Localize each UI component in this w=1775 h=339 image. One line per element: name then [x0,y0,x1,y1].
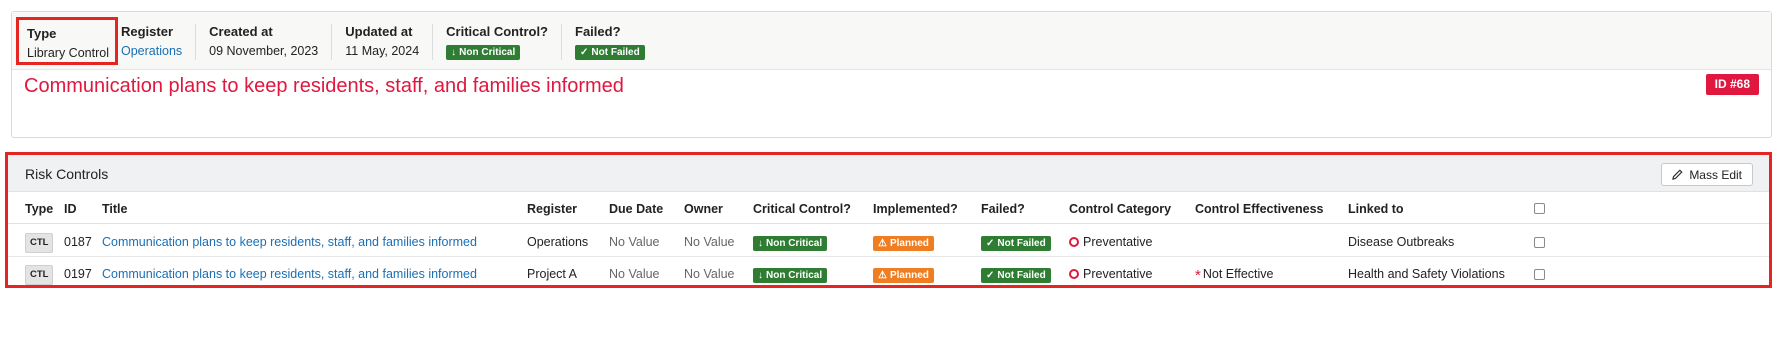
row-failed-badge: ✓ Not Failed [981,268,1051,283]
column-header-due-date[interactable]: Due Date [609,202,663,216]
row-id: 0187 [64,235,92,249]
row-failed-badge: ✓ Not Failed [981,236,1051,251]
meta-failed: Failed? ✓ Not Failed [562,24,658,60]
row-type-tag: CTL [25,233,54,253]
meta-updated-label: Updated at [345,24,413,39]
mass-edit-label: Mass Edit [1689,167,1742,182]
column-header-effectiveness[interactable]: Control Effectiveness [1195,202,1324,216]
row-critical-text: Non Critical [766,270,823,281]
asterisk-icon: * [1195,267,1201,284]
row-type-tag: CTL [25,265,54,285]
row-category: Preventative [1069,266,1152,282]
row-implemented-text: Planned [889,238,929,249]
row-category-text: Preventative [1083,235,1153,249]
row-linked-to: Disease Outbreaks [1348,235,1455,249]
row-register: Project A [527,267,578,281]
row-due-date: No Value [609,267,660,281]
meta-failed-label: Failed? [575,24,621,39]
row-failed-text: Not Failed [997,238,1046,249]
check-icon: ✓ [986,270,995,281]
page-title: Communication plans to keep residents, s… [24,75,624,97]
meta-created-value: 09 November, 2023 [209,44,319,58]
column-header-critical[interactable]: Critical Control? [753,202,851,216]
meta-updated: Updated at 11 May, 2024 [332,24,434,60]
meta-type-highlight: Type Library Control [16,17,118,65]
meta-register: Register Operations [108,24,197,60]
column-header-owner[interactable]: Owner [684,202,723,216]
warning-icon: ⚠ [878,270,887,281]
row-critical-badge: ↓ Non Critical [753,268,828,283]
column-header-category[interactable]: Control Category [1069,202,1171,216]
meta-register-label: Register [121,24,174,39]
pencil-icon [1672,169,1683,180]
check-icon: ✓ [580,47,589,58]
row-id: 0197 [64,267,92,281]
select-all-checkbox[interactable] [1534,203,1545,214]
meta-critical-label: Critical Control? [446,24,548,39]
meta-created-label: Created at [209,24,273,39]
column-header-register[interactable]: Register [527,202,577,216]
meta-register-link[interactable]: Operations [121,43,182,60]
warning-icon: ⚠ [878,238,887,249]
arrow-down-icon: ↓ [451,47,457,58]
row-category-text: Preventative [1083,267,1153,281]
row-failed-text: Not Failed [997,270,1046,281]
arrow-down-icon: ↓ [758,238,763,249]
critical-status-badge: ↓ Non Critical [446,45,521,60]
preventative-ring-icon [1069,269,1079,279]
column-header-title[interactable]: Title [102,202,127,216]
arrow-down-icon: ↓ [758,270,763,281]
meta-critical: Critical Control? ↓ Non Critical [433,24,562,60]
critical-status-text: Non Critical [459,47,516,58]
row-critical-text: Non Critical [766,238,823,249]
meta-type-label: Type [27,26,57,41]
record-info-card: Register Operations Created at 09 Novemb… [11,11,1772,138]
row-select-checkbox[interactable] [1534,269,1545,280]
row-implemented-text: Planned [889,270,929,281]
meta-created: Created at 09 November, 2023 [196,24,333,60]
row-due-date: No Value [609,235,660,249]
record-id-badge: ID #68 [1705,74,1759,95]
row-category: Preventative [1069,234,1152,250]
mass-edit-button[interactable]: Mass Edit [1661,163,1753,186]
table-row: CTL 0187 Communication plans to keep res… [8,225,1769,257]
row-implemented-badge: ⚠ Planned [873,236,934,251]
row-implemented-badge: ⚠ Planned [873,268,934,283]
row-title-link[interactable]: Communication plans to keep residents, s… [102,266,477,282]
record-meta-bar: Register Operations Created at 09 Novemb… [12,12,1771,70]
row-title-link[interactable]: Communication plans to keep residents, s… [102,234,477,250]
table-row: CTL 0197 Communication plans to keep res… [8,257,1769,289]
row-owner: No Value [684,267,735,281]
column-header-type[interactable]: Type [25,202,53,216]
meta-updated-value: 11 May, 2024 [345,44,420,58]
risk-controls-panel: Risk Controls Mass Edit Type ID Title Re… [5,152,1772,288]
meta-type-value: Library Control [27,46,109,60]
column-header-implemented[interactable]: Implemented? [873,202,958,216]
row-owner: No Value [684,235,735,249]
table-header: Type ID Title Register Due Date Owner Cr… [8,192,1769,224]
column-header-failed[interactable]: Failed? [981,202,1025,216]
row-select-checkbox[interactable] [1534,237,1545,248]
failed-status-badge: ✓ Not Failed [575,45,645,60]
failed-status-text: Not Failed [591,47,640,58]
risk-controls-title: Risk Controls [25,166,109,182]
row-effectiveness: * Not Effective [1195,266,1273,284]
row-effectiveness-text: Not Effective [1202,267,1274,281]
row-linked-to: Health and Safety Violations [1348,267,1505,281]
preventative-ring-icon [1069,237,1079,247]
column-header-id[interactable]: ID [64,202,77,216]
row-register: Operations [527,235,589,249]
risk-controls-header: Risk Controls Mass Edit [8,155,1769,192]
column-header-linked-to[interactable]: Linked to [1348,202,1404,216]
row-critical-badge: ↓ Non Critical [753,236,828,251]
check-icon: ✓ [986,238,995,249]
